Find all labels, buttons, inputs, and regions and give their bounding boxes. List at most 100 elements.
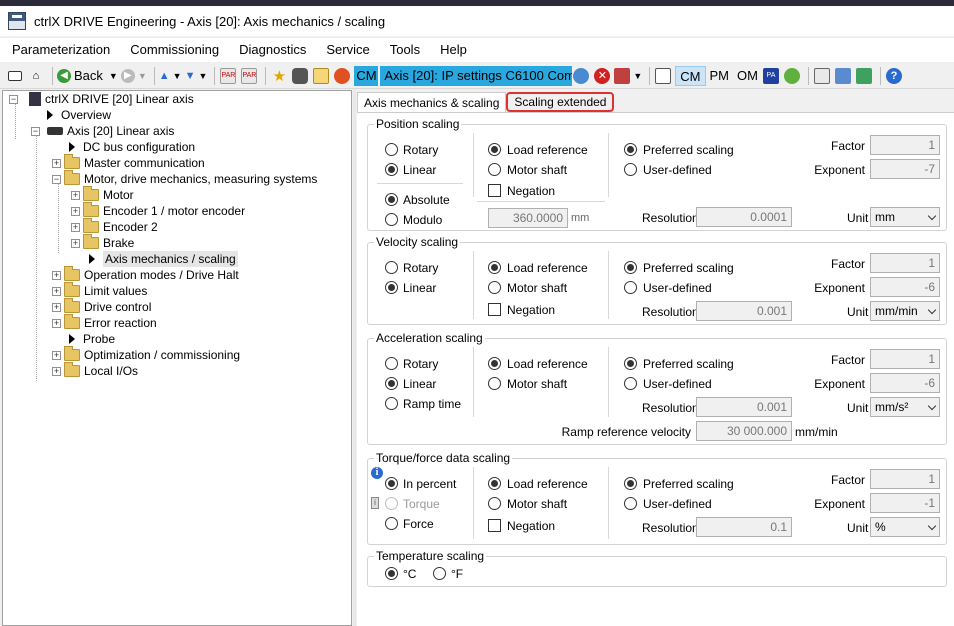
velocity-rotary-radio[interactable]: [385, 261, 398, 274]
temperature-celsius-radio[interactable]: [385, 567, 398, 580]
acceleration-linear-radio[interactable]: [385, 377, 398, 390]
mode-cm-button[interactable]: CM: [675, 65, 706, 86]
parameter-save-icon[interactable]: PAR: [240, 66, 258, 86]
velocity-user-defined-radio[interactable]: [624, 281, 637, 294]
velocity-load-reference-radio[interactable]: [488, 261, 501, 274]
tab-axis-mechanics-scaling[interactable]: Axis mechanics & scaling: [357, 92, 507, 114]
tree-item-error-reaction[interactable]: + Error reaction: [52, 314, 157, 331]
refresh-icon[interactable]: [783, 66, 801, 86]
tree-item-dc-bus[interactable]: DC bus configuration: [65, 139, 195, 155]
torque-resolution-field[interactable]: 0.1: [696, 517, 792, 537]
menu-help[interactable]: Help: [428, 38, 475, 62]
stop-error-icon[interactable]: ✕: [593, 66, 611, 86]
position-linear-radio[interactable]: [385, 163, 398, 176]
expand-icon[interactable]: +: [52, 350, 61, 360]
acceleration-ramp-time-radio[interactable]: [385, 397, 398, 410]
network-globe-icon[interactable]: [572, 66, 590, 86]
torque-unit-select[interactable]: %: [870, 517, 940, 537]
expand-icon[interactable]: +: [71, 190, 80, 200]
torque-exponent-field[interactable]: -1: [870, 493, 940, 513]
back-button[interactable]: ◀ Back ▼: [57, 66, 118, 86]
position-exponent-field[interactable]: -7: [870, 159, 940, 179]
menu-parameterization[interactable]: Parameterization: [0, 38, 118, 62]
expand-icon[interactable]: +: [52, 318, 61, 328]
tree-item-master-communication[interactable]: + Master communication: [52, 154, 205, 171]
expand-icon[interactable]: +: [71, 206, 80, 216]
velocity-exponent-field[interactable]: -6: [870, 277, 940, 297]
tree-item-optimization[interactable]: + Optimization / commissioning: [52, 346, 240, 363]
collapse-icon[interactable]: −: [31, 126, 40, 136]
tree-item-operation-modes[interactable]: + Operation modes / Drive Halt: [52, 266, 239, 283]
tree-item-drive-control[interactable]: + Drive control: [52, 298, 151, 315]
position-negation-checkbox[interactable]: [488, 184, 501, 197]
modulo-value-field[interactable]: 360.0000: [488, 208, 568, 228]
acceleration-rotary-radio[interactable]: [385, 357, 398, 370]
ramp-reference-velocity-field[interactable]: 30 000.000: [696, 421, 792, 441]
tree-item-brake[interactable]: + Brake: [71, 234, 134, 251]
menu-diagnostics[interactable]: Diagnostics: [227, 38, 314, 62]
tree-item-motor[interactable]: + Motor: [71, 186, 134, 203]
tree-item-motor-drive-mechanics[interactable]: − Motor, drive mechanics, measuring syst…: [52, 170, 317, 187]
position-preferred-scaling-radio[interactable]: [624, 143, 637, 156]
torque-user-defined-radio[interactable]: [624, 497, 637, 510]
tree-item-limit-values[interactable]: + Limit values: [52, 282, 147, 299]
tree-item-probe[interactable]: Probe: [65, 331, 115, 347]
position-unit-select[interactable]: mm: [870, 207, 940, 227]
torque-load-reference-radio[interactable]: [488, 477, 501, 490]
expand-icon[interactable]: +: [52, 270, 61, 280]
velocity-unit-select[interactable]: mm/min: [870, 301, 940, 321]
torque-force-radio[interactable]: [385, 517, 398, 530]
position-resolution-field[interactable]: 0.0001: [696, 207, 792, 227]
forward-button[interactable]: ▶ ▼: [120, 66, 147, 86]
tree-item-overview[interactable]: Overview: [43, 107, 111, 123]
tree-item-encoder-1[interactable]: + Encoder 1 / motor encoder: [71, 202, 245, 219]
expand-icon[interactable]: +: [71, 238, 80, 248]
velocity-linear-radio[interactable]: [385, 281, 398, 294]
move-up-icon[interactable]: ▲ ▼: [159, 66, 182, 86]
torque-torque-radio[interactable]: [385, 497, 398, 510]
tree-item-local-io[interactable]: + Local I/Os: [52, 362, 138, 379]
torque-in-percent-radio[interactable]: [385, 477, 398, 490]
keyboard-icon[interactable]: [6, 66, 24, 86]
position-factor-field[interactable]: 1: [870, 135, 940, 155]
device-list-icon[interactable]: [813, 66, 831, 86]
temperature-fahrenheit-radio[interactable]: [433, 567, 446, 580]
torque-factor-field[interactable]: 1: [870, 469, 940, 489]
collapse-icon[interactable]: −: [9, 94, 18, 104]
acceleration-user-defined-radio[interactable]: [624, 377, 637, 390]
calculator-icon[interactable]: [312, 66, 330, 86]
move-down-icon[interactable]: ▼ ▼: [185, 66, 208, 86]
acceleration-resolution-field[interactable]: 0.001: [696, 397, 792, 417]
velocity-resolution-field[interactable]: 0.001: [696, 301, 792, 321]
position-motor-shaft-radio[interactable]: [488, 163, 501, 176]
expand-icon[interactable]: +: [52, 286, 61, 296]
mode-om-button[interactable]: OM: [733, 66, 762, 86]
parameter-load-icon[interactable]: PAR: [219, 66, 237, 86]
pa-mode-icon[interactable]: PA: [762, 66, 780, 86]
acceleration-motor-shaft-radio[interactable]: [488, 377, 501, 390]
menu-tools[interactable]: Tools: [378, 38, 428, 62]
menu-service[interactable]: Service: [314, 38, 377, 62]
world-icon[interactable]: [855, 66, 873, 86]
acceleration-exponent-field[interactable]: -6: [870, 373, 940, 393]
position-absolute-radio[interactable]: [385, 193, 398, 206]
torque-negation-checkbox[interactable]: [488, 519, 501, 532]
favorite-star-icon[interactable]: ★: [270, 66, 288, 86]
info-icon[interactable]: i: [371, 467, 383, 479]
tree-item-axis[interactable]: − Axis [20] Linear axis: [31, 123, 174, 139]
acceleration-load-reference-radio[interactable]: [488, 357, 501, 370]
position-user-defined-radio[interactable]: [624, 163, 637, 176]
expand-icon[interactable]: +: [71, 222, 80, 232]
velocity-negation-checkbox[interactable]: [488, 303, 501, 316]
network-map-icon[interactable]: [834, 66, 852, 86]
torque-preferred-scaling-radio[interactable]: [624, 477, 637, 490]
velocity-preferred-scaling-radio[interactable]: [624, 261, 637, 274]
tab-scaling-extended[interactable]: Scaling extended: [506, 92, 615, 112]
tree-item-axis-mechanics[interactable]: Axis mechanics / scaling: [85, 251, 238, 267]
menu-commissioning[interactable]: Commissioning: [118, 38, 227, 62]
acceleration-preferred-scaling-radio[interactable]: [624, 357, 637, 370]
home-icon[interactable]: ⌂: [27, 66, 45, 86]
binoculars-icon[interactable]: [291, 66, 309, 86]
tree-root[interactable]: − ctrlX DRIVE [20] Linear axis: [9, 91, 194, 107]
torque-motor-shaft-radio[interactable]: [488, 497, 501, 510]
